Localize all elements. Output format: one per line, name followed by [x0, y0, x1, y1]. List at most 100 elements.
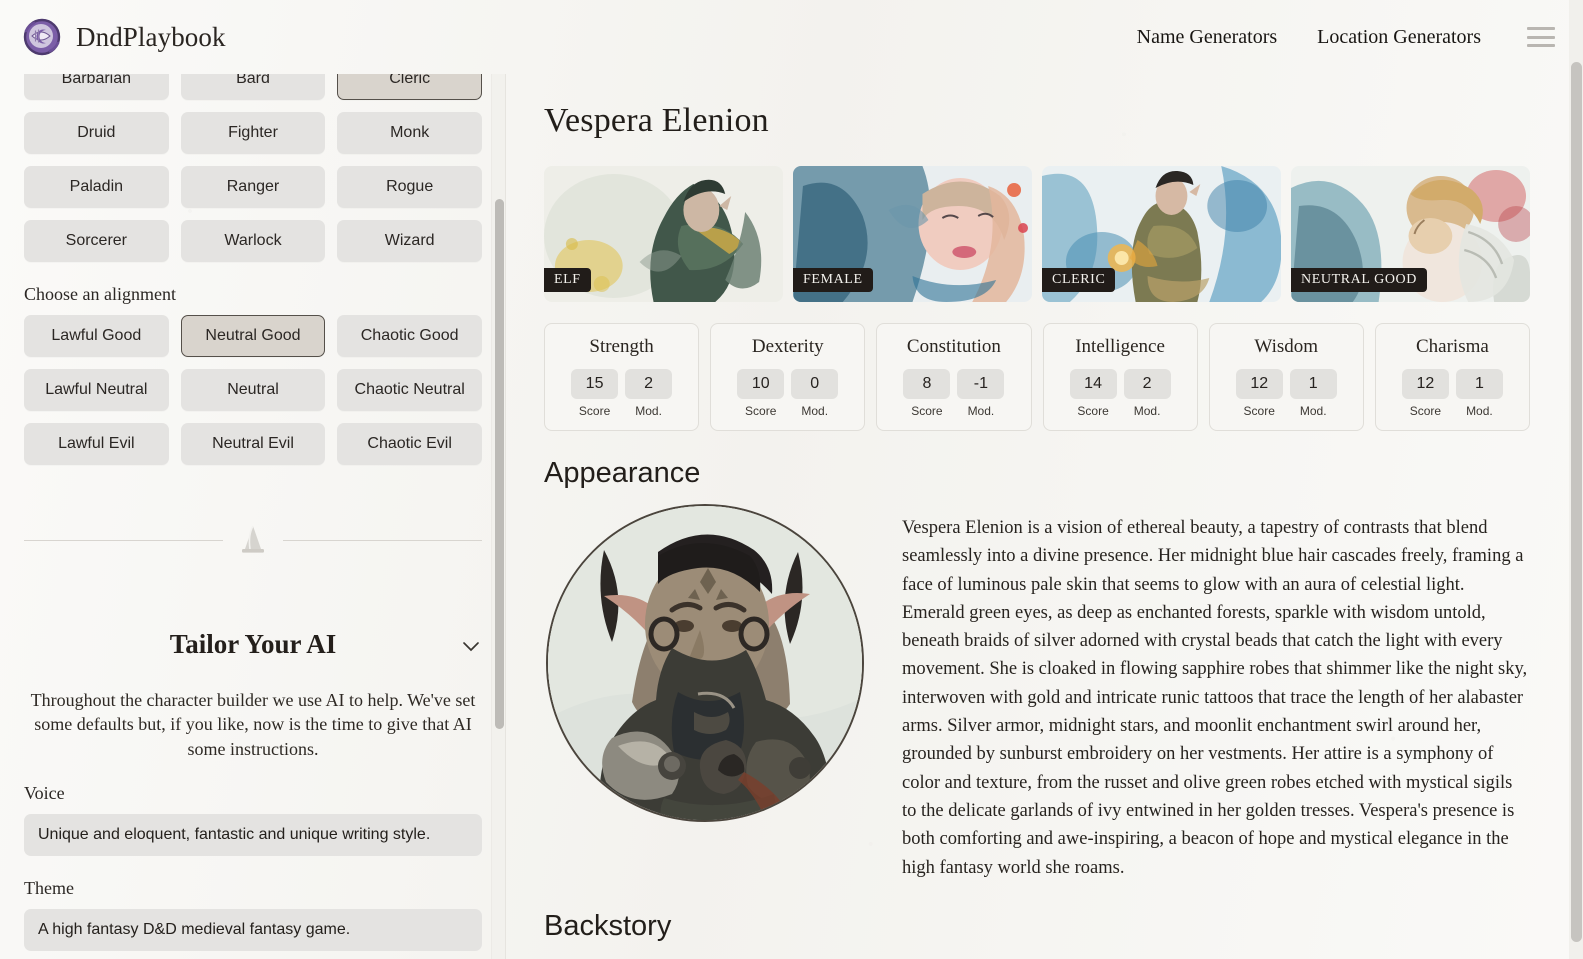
- class-option-cleric[interactable]: Cleric: [337, 74, 482, 100]
- class-option-fighter[interactable]: Fighter: [180, 112, 326, 154]
- class-option-label: Sorcerer: [65, 232, 127, 249]
- sidebar-scrollbar-thumb[interactable]: [495, 199, 504, 729]
- trait-card-race[interactable]: ELF: [544, 166, 783, 302]
- alignment-option-label: Lawful Evil: [58, 435, 135, 452]
- ability-modifier-value[interactable]: 0: [791, 369, 839, 399]
- class-option-monk[interactable]: Monk: [337, 112, 482, 154]
- ability-name: Constitution: [906, 336, 1001, 357]
- ability-score-value[interactable]: 8: [903, 369, 951, 399]
- theme-input[interactable]: A high fantasy D&D medieval fantasy game…: [24, 908, 482, 951]
- alignment-option-label: Neutral: [227, 381, 279, 398]
- ability-modifier-column: 1 Mod.: [1289, 369, 1337, 418]
- trait-tag-race: ELF: [544, 268, 591, 292]
- page-scrollbar-thumb[interactable]: [1571, 62, 1582, 942]
- class-option-wizard[interactable]: Wizard: [337, 220, 482, 262]
- ability-modifier-column: 2 Mod.: [625, 369, 673, 418]
- alignment-option-lawful-neutral[interactable]: Lawful Neutral: [24, 369, 169, 411]
- ability-values: 12 Score 1 Mod.: [1216, 369, 1357, 418]
- alignment-option-label: Chaotic Neutral: [354, 381, 465, 398]
- site-header: DndPlaybook Name Generators Location Gen…: [0, 0, 1583, 74]
- hamburger-bar-2: [1527, 35, 1555, 39]
- alignment-option-label: Chaotic Evil: [367, 435, 452, 452]
- trait-card-class[interactable]: CLERIC: [1042, 166, 1281, 302]
- ability-score-caption: Score: [1243, 404, 1275, 418]
- trait-card-alignment[interactable]: NEUTRAL GOOD: [1291, 166, 1530, 302]
- ability-score-column: 12 Score: [1235, 369, 1283, 418]
- sidebar-scrollbar[interactable]: [491, 74, 505, 959]
- brand-name: DndPlaybook: [76, 21, 226, 52]
- ability-score-caption: Score: [1077, 404, 1109, 418]
- class-option-druid[interactable]: Druid: [24, 112, 169, 154]
- appearance-section: Vespera Elenion is a vision of ethereal …: [544, 504, 1530, 882]
- divider-rule-left: [24, 539, 223, 541]
- alignment-option-label: Neutral Good: [205, 327, 301, 344]
- alignment-option-neutral-evil[interactable]: Neutral Evil: [180, 423, 326, 465]
- alignment-option-lawful-good[interactable]: Lawful Good: [24, 315, 169, 357]
- trait-card-row: ELF FEMALE CLERIC NEUTRAL GOOD: [544, 166, 1530, 302]
- class-option-label: Cleric: [389, 74, 431, 87]
- class-option-grid: Barbarian Bard Cleric Druid Fighter Monk Palad…: [24, 74, 482, 262]
- hamburger-menu-icon[interactable]: [1527, 27, 1555, 47]
- ability-score-value[interactable]: 10: [737, 369, 785, 399]
- ability-score-column: 12 Score: [1401, 369, 1449, 418]
- ability-score-caption: Score: [1409, 404, 1442, 418]
- trait-tag-gender: FEMALE: [793, 268, 873, 292]
- class-option-label: Paladin: [69, 178, 124, 195]
- ability-score-row: Strength 15 Score 2 Mod. Dexterity 10 Score 0 Mod…: [544, 323, 1530, 431]
- ability-modifier-value[interactable]: -1: [957, 369, 1005, 399]
- ability-modifier-caption: Mod.: [801, 404, 829, 418]
- class-option-label: Fighter: [228, 124, 278, 141]
- backstory-section-title: Backstory: [544, 909, 672, 942]
- ability-values: 14 Score 2 Mod.: [1050, 369, 1191, 418]
- ability-name: Dexterity: [751, 336, 824, 357]
- section-divider: [24, 523, 482, 557]
- divider-rule-right: [283, 539, 482, 541]
- alignment-option-chaotic-evil[interactable]: Chaotic Evil: [337, 423, 482, 465]
- ability-modifier-caption: Mod.: [1299, 404, 1327, 418]
- alignment-option-chaotic-neutral[interactable]: Chaotic Neutral: [337, 369, 482, 411]
- class-option-paladin[interactable]: Paladin: [24, 166, 169, 208]
- ability-score-value[interactable]: 12: [1235, 369, 1283, 399]
- alignment-section-label: Choose an alignment: [24, 284, 176, 304]
- tailor-your-ai-title: Tailor Your AI: [169, 629, 337, 659]
- alignment-option-neutral[interactable]: Neutral: [180, 369, 326, 411]
- nav-link-location-generators[interactable]: Location Generators: [1317, 26, 1481, 49]
- class-option-rogue[interactable]: Rogue: [337, 166, 482, 208]
- class-option-sorcerer[interactable]: Sorcerer: [24, 220, 169, 262]
- ability-modifier-value[interactable]: 1: [1455, 369, 1503, 399]
- chevron-down-icon[interactable]: [462, 639, 480, 652]
- alignment-option-neutral-good[interactable]: Neutral Good: [180, 315, 326, 357]
- ability-score-value[interactable]: 15: [571, 369, 619, 399]
- class-option-bard[interactable]: Bard: [180, 74, 326, 100]
- ability-card-constitution: Constitution 8 Score -1 Mod.: [876, 323, 1032, 431]
- ability-score-value[interactable]: 12: [1401, 369, 1449, 399]
- ability-score-caption: Score: [578, 404, 611, 418]
- alignment-option-label: Lawful Good: [51, 327, 142, 344]
- character-builder-sidebar: Barbarian Bard Cleric Druid Fighter Monk Palad…: [0, 74, 506, 959]
- alignment-option-lawful-evil[interactable]: Lawful Evil: [24, 423, 169, 465]
- class-option-label: Bard: [236, 74, 270, 87]
- voice-input[interactable]: Unique and eloquent, fantastic and uniqu…: [24, 813, 482, 856]
- page-scrollbar[interactable]: [1569, 0, 1583, 959]
- tailor-your-ai-header[interactable]: Tailor Your AI: [24, 629, 482, 660]
- ability-modifier-value[interactable]: 2: [625, 369, 673, 399]
- class-option-ranger[interactable]: Ranger: [180, 166, 326, 208]
- alignment-option-label: Neutral Evil: [212, 435, 294, 452]
- ability-name: Intelligence: [1075, 336, 1165, 357]
- nav-link-name-generators[interactable]: Name Generators: [1137, 26, 1278, 49]
- class-option-warlock[interactable]: Warlock: [180, 220, 326, 262]
- ability-modifier-value[interactable]: 1: [1289, 369, 1337, 399]
- trait-tag-alignment: NEUTRAL GOOD: [1291, 268, 1427, 292]
- alignment-option-grid: Lawful Good Neutral Good Chaotic Good Lawfu…: [24, 315, 482, 465]
- ability-modifier-column: 1 Mod.: [1455, 369, 1503, 418]
- ability-score-column: 15 Score: [571, 369, 619, 418]
- brand-logo-link[interactable]: DndPlaybook: [22, 17, 226, 57]
- ability-values: 10 Score 0 Mod.: [717, 369, 858, 418]
- alignment-option-chaotic-good[interactable]: Chaotic Good: [337, 315, 482, 357]
- ability-card-intelligence: Intelligence 14 Score 2 Mod.: [1042, 323, 1198, 431]
- class-option-barbarian[interactable]: Barbarian: [24, 74, 169, 100]
- ability-modifier-value[interactable]: 2: [1123, 369, 1171, 399]
- ability-card-strength: Strength 15 Score 2 Mod.: [544, 323, 700, 431]
- ability-score-value[interactable]: 14: [1069, 369, 1117, 399]
- trait-card-gender[interactable]: FEMALE: [793, 166, 1032, 302]
